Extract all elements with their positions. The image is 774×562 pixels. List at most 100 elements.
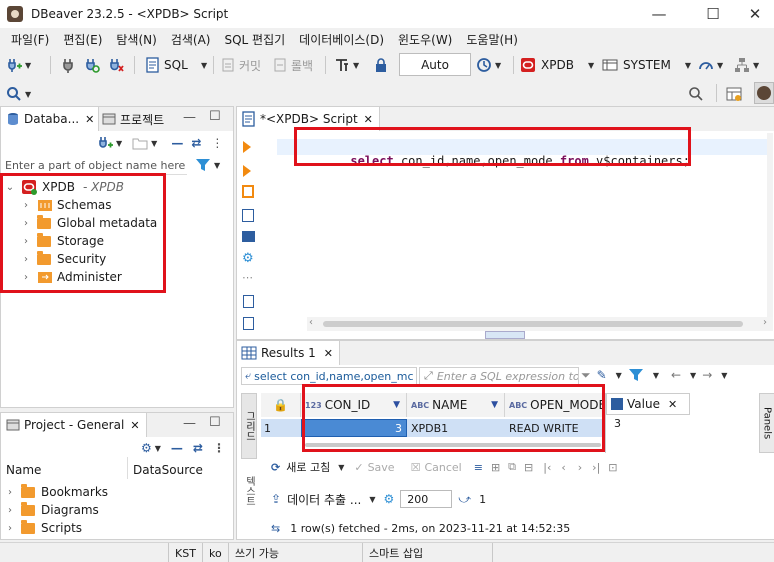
tab-value[interactable]: Value ✕: [606, 393, 690, 415]
add-row-icon[interactable]: ⊞: [491, 461, 500, 474]
tab-results-1[interactable]: Results 1 ✕: [237, 341, 340, 365]
tree-item-schemas[interactable]: › Schemas: [21, 196, 112, 214]
chevron-right-icon[interactable]: ›: [21, 272, 31, 283]
chevron-down-icon[interactable]: ▼: [338, 463, 344, 472]
active-schema-selector[interactable]: SYSTEM ▼: [602, 54, 691, 76]
minimize-button[interactable]: —: [636, 0, 682, 28]
transaction-mode-button[interactable]: ▼: [334, 54, 359, 76]
menu-file[interactable]: 파일(F): [4, 31, 56, 48]
chevron-right-icon[interactable]: ›: [21, 254, 31, 265]
execute-new-tab-icon[interactable]: [243, 165, 251, 177]
chevron-down-icon[interactable]: ▼: [116, 139, 122, 148]
open-perspective-button[interactable]: [726, 83, 742, 105]
chevron-right-icon[interactable]: ›: [5, 523, 15, 534]
erd-button[interactable]: ▼: [734, 54, 759, 76]
cell-open-mode[interactable]: READ WRITE: [505, 419, 605, 437]
maximize-button[interactable]: ☐: [690, 0, 736, 28]
filter-settings-button[interactable]: ▼: [195, 157, 220, 173]
chevron-down-icon[interactable]: ▼: [690, 371, 696, 380]
export-icon[interactable]: ⇪: [271, 492, 281, 506]
export-button[interactable]: 데이터 추출 ...: [287, 491, 361, 508]
sql-editor-button[interactable]: SQL: [145, 54, 188, 76]
tab-database-navigator[interactable]: Databa... ✕: [1, 107, 99, 131]
last-page-icon[interactable]: ›|: [592, 461, 600, 474]
column-header-datasource[interactable]: DataSource: [133, 463, 203, 477]
horizontal-scrollbar[interactable]: ‹ ›: [307, 317, 773, 331]
menu-navigate[interactable]: 탐색(N): [109, 31, 163, 48]
chevron-down-icon[interactable]: ⌄: [5, 182, 15, 193]
next-icon[interactable]: ›: [578, 461, 582, 474]
view-menu-icon[interactable]: ⋮: [213, 441, 225, 455]
previous-icon[interactable]: ‹: [561, 461, 565, 474]
menu-sql-editor[interactable]: SQL 편집기: [217, 31, 292, 48]
column-header-name[interactable]: ABC NAME ▼: [407, 393, 505, 417]
new-script-icon[interactable]: [243, 295, 254, 308]
more-icon[interactable]: ⋯: [242, 271, 253, 284]
connect-button[interactable]: [60, 54, 76, 76]
chevron-down-icon[interactable]: ▼: [653, 371, 659, 380]
fetch-settings-icon[interactable]: ⚙: [384, 492, 395, 506]
tree-item-administer[interactable]: › Administer: [21, 268, 122, 286]
commit-button[interactable]: 커밋: [220, 54, 261, 76]
global-search-button[interactable]: [688, 83, 704, 105]
vertical-scrollbar[interactable]: [767, 133, 773, 317]
result-query-field[interactable]: ⤶ select con_id,name,open_mc: [241, 367, 417, 385]
view-menu-icon[interactable]: ⋮: [211, 136, 223, 150]
new-connection-icon[interactable]: [97, 135, 113, 151]
project-item-diagrams[interactable]: › Diagrams: [5, 501, 99, 519]
open-script-icon[interactable]: [243, 317, 254, 330]
row-number[interactable]: 1: [261, 419, 301, 437]
cell-name[interactable]: XPDB1: [407, 419, 505, 437]
save-button[interactable]: Save: [368, 461, 395, 474]
first-page-icon[interactable]: |‹: [543, 461, 551, 474]
minimize-view-icon[interactable]: —: [183, 416, 196, 431]
chevron-down-icon[interactable]: ▼: [25, 61, 31, 70]
forward-icon[interactable]: →: [702, 368, 712, 382]
minimize-view-icon[interactable]: —: [183, 110, 196, 125]
navigator-filter-input[interactable]: Enter a part of object name here: [1, 157, 187, 175]
tree-item-storage[interactable]: › Storage: [21, 232, 104, 250]
search-button[interactable]: ▼: [6, 83, 31, 105]
clear-filter-icon[interactable]: ✎: [597, 368, 607, 382]
column-header-open-mode[interactable]: ABC OPEN_MODE: [505, 393, 605, 417]
tab-sql-script[interactable]: *<XPDB> Script ✕: [237, 107, 380, 131]
collapse-all-icon[interactable]: —: [171, 441, 183, 455]
table-row[interactable]: 1 3 XPDB1 READ WRITE: [261, 419, 605, 437]
dashboard-button[interactable]: ▼: [698, 54, 723, 76]
close-icon[interactable]: ✕: [324, 347, 333, 360]
cell-con-id[interactable]: 3: [301, 419, 407, 437]
fetch-next-icon[interactable]: ⤻: [458, 492, 471, 507]
chevron-down-icon[interactable]: ▼: [721, 371, 727, 380]
chevron-right-icon[interactable]: ›: [5, 505, 15, 516]
save-icon[interactable]: ✓: [354, 461, 363, 474]
rollback-button[interactable]: 롤백: [272, 54, 313, 76]
menu-help[interactable]: 도움말(H): [459, 31, 525, 48]
close-button[interactable]: ✕: [736, 0, 774, 28]
copy-row-icon[interactable]: ⧉: [508, 460, 516, 474]
chevron-right-icon[interactable]: ›: [5, 487, 15, 498]
execute-statement-icon[interactable]: [243, 141, 251, 153]
sql-query-line[interactable]: select con_id,name,open_mode from v$cont…: [307, 140, 690, 182]
chevron-down-icon[interactable]: ▼: [369, 495, 375, 504]
chevron-right-icon[interactable]: ›: [21, 218, 31, 229]
collapse-all-icon[interactable]: —: [171, 136, 183, 150]
close-icon[interactable]: ✕: [668, 398, 677, 411]
dbeaver-perspective-button[interactable]: [754, 82, 774, 104]
settings-icon[interactable]: ⚙: [242, 251, 254, 266]
console-icon[interactable]: [242, 231, 255, 242]
link-editor-icon[interactable]: ⇄: [193, 441, 203, 455]
value-content[interactable]: 3: [614, 417, 621, 430]
active-datasource-selector[interactable]: XPDB ▼: [520, 54, 594, 76]
chevron-down-icon[interactable]: ▼: [155, 444, 161, 453]
refresh-icon[interactable]: ⟳: [271, 461, 280, 474]
menu-search[interactable]: 검색(A): [164, 31, 218, 48]
chevron-down-icon[interactable]: ▼: [616, 371, 622, 380]
sort-icon[interactable]: ▼: [491, 400, 498, 410]
split-handle[interactable]: [485, 331, 525, 339]
column-header-name[interactable]: Name: [6, 463, 41, 477]
cancel-icon[interactable]: ☒: [411, 461, 421, 474]
column-header-con-id[interactable]: 123 CON_ID ▼: [301, 393, 407, 417]
project-item-bookmarks[interactable]: › Bookmarks: [5, 483, 108, 501]
invalidate-button[interactable]: [84, 54, 100, 76]
tab-project-general[interactable]: Project - General ✕: [1, 413, 147, 437]
